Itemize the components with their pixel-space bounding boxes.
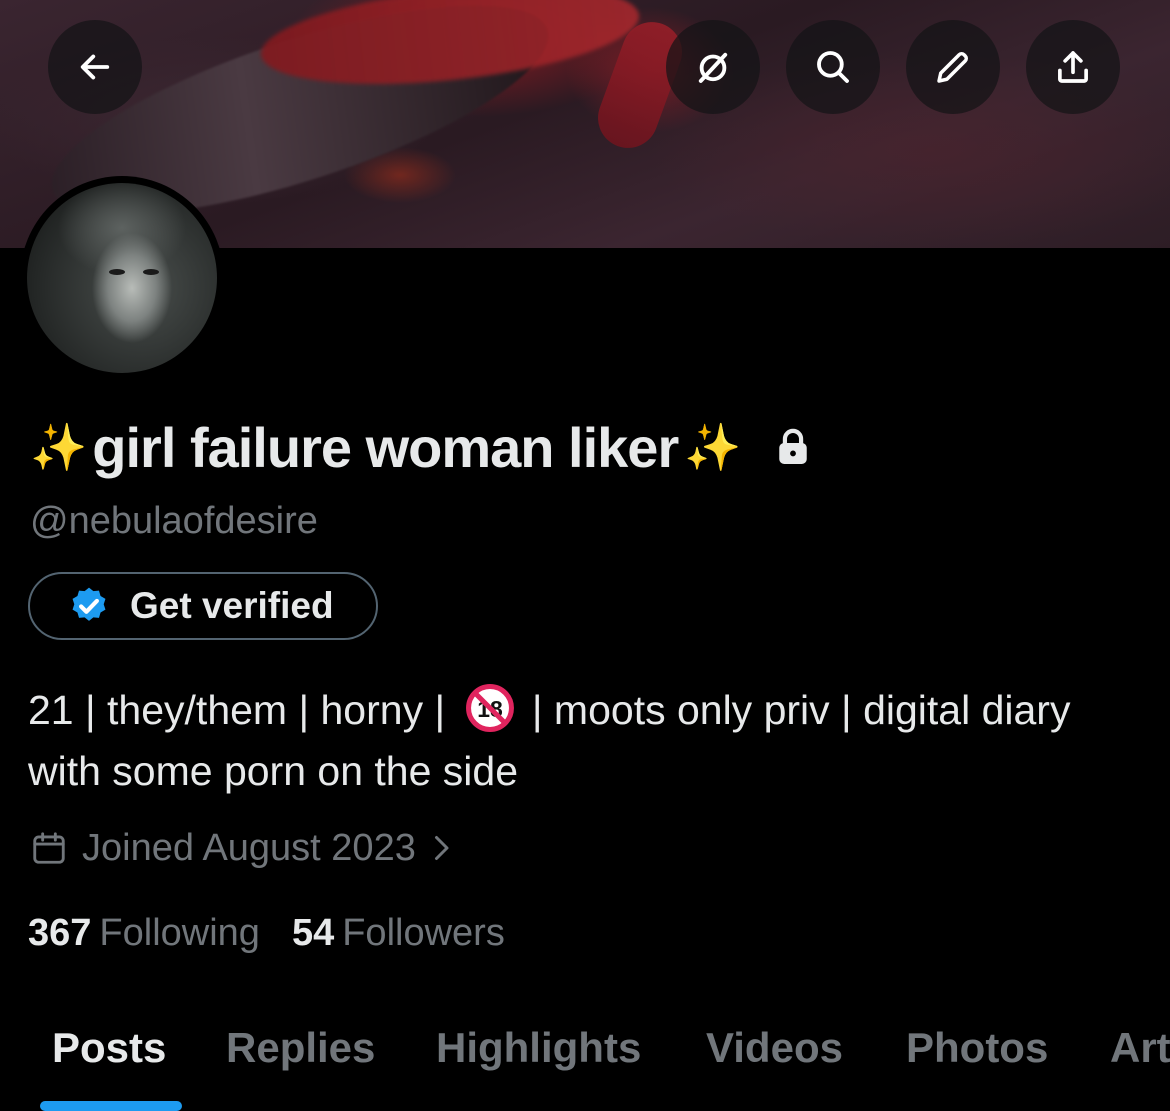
display-name: ✨ girl failure woman liker ✨ <box>30 412 813 482</box>
user-handle: @nebulaofdesire <box>30 500 318 542</box>
avatar-image <box>27 183 217 373</box>
no-under-18-icon: 18 <box>465 684 514 732</box>
following-count: 367 <box>28 911 92 954</box>
active-tab-indicator <box>40 1101 182 1111</box>
tab-highlights[interactable]: Highlights <box>436 1024 641 1072</box>
sparkles-emoji: ✨ <box>684 420 741 473</box>
grok-icon <box>698 52 728 83</box>
avatar-eye-right <box>143 269 159 275</box>
avatar-eye-left <box>109 269 125 275</box>
joined-text: Joined August 2023 <box>82 826 416 869</box>
profile-page: ✨ girl failure woman liker ✨ @nebulaofde… <box>0 0 1170 1111</box>
sparkles-emoji: ✨ <box>30 420 87 473</box>
followers-link[interactable]: 54 Followers <box>292 912 505 955</box>
tab-photos[interactable]: Photos <box>906 1024 1048 1072</box>
follow-stats: 367 Following 54 Followers <box>28 910 505 956</box>
calendar-icon <box>33 832 65 864</box>
arrow-left-icon <box>80 54 110 80</box>
share-upload-icon <box>1058 51 1088 83</box>
edit-pencil-icon <box>937 52 968 83</box>
tab-posts[interactable]: Posts <box>52 1024 166 1072</box>
search-icon <box>817 51 849 83</box>
profile-tabs: Posts Replies Highlights Videos Photos A… <box>0 1010 1170 1111</box>
chevron-right-icon <box>434 836 449 860</box>
bio-text-part1: 21 | they/them | horny | <box>28 687 457 733</box>
followers-count: 54 <box>291 911 335 954</box>
back-button[interactable] <box>48 20 142 114</box>
edit-button[interactable] <box>906 20 1000 114</box>
grok-button[interactable] <box>666 20 760 114</box>
get-verified-button[interactable]: Get verified <box>28 572 378 640</box>
tab-replies[interactable]: Replies <box>226 1024 375 1072</box>
search-button[interactable] <box>786 20 880 114</box>
get-verified-label: Get verified <box>130 585 334 626</box>
lock-icon <box>773 426 813 468</box>
share-button[interactable] <box>1026 20 1120 114</box>
joined-date[interactable]: Joined August 2023 <box>30 826 452 870</box>
avatar[interactable] <box>20 176 224 380</box>
following-label: Following <box>99 911 260 954</box>
verified-badge-icon <box>72 587 106 621</box>
tab-articles[interactable]: Articles <box>1110 1024 1170 1072</box>
followers-label: Followers <box>342 911 505 954</box>
display-name-text: girl failure woman liker <box>92 415 679 479</box>
following-link[interactable]: 367 Following <box>28 912 260 955</box>
profile-bio: 21 | they/them | horny | 18 | moots only… <box>28 680 1138 802</box>
tab-videos[interactable]: Videos <box>706 1024 843 1072</box>
